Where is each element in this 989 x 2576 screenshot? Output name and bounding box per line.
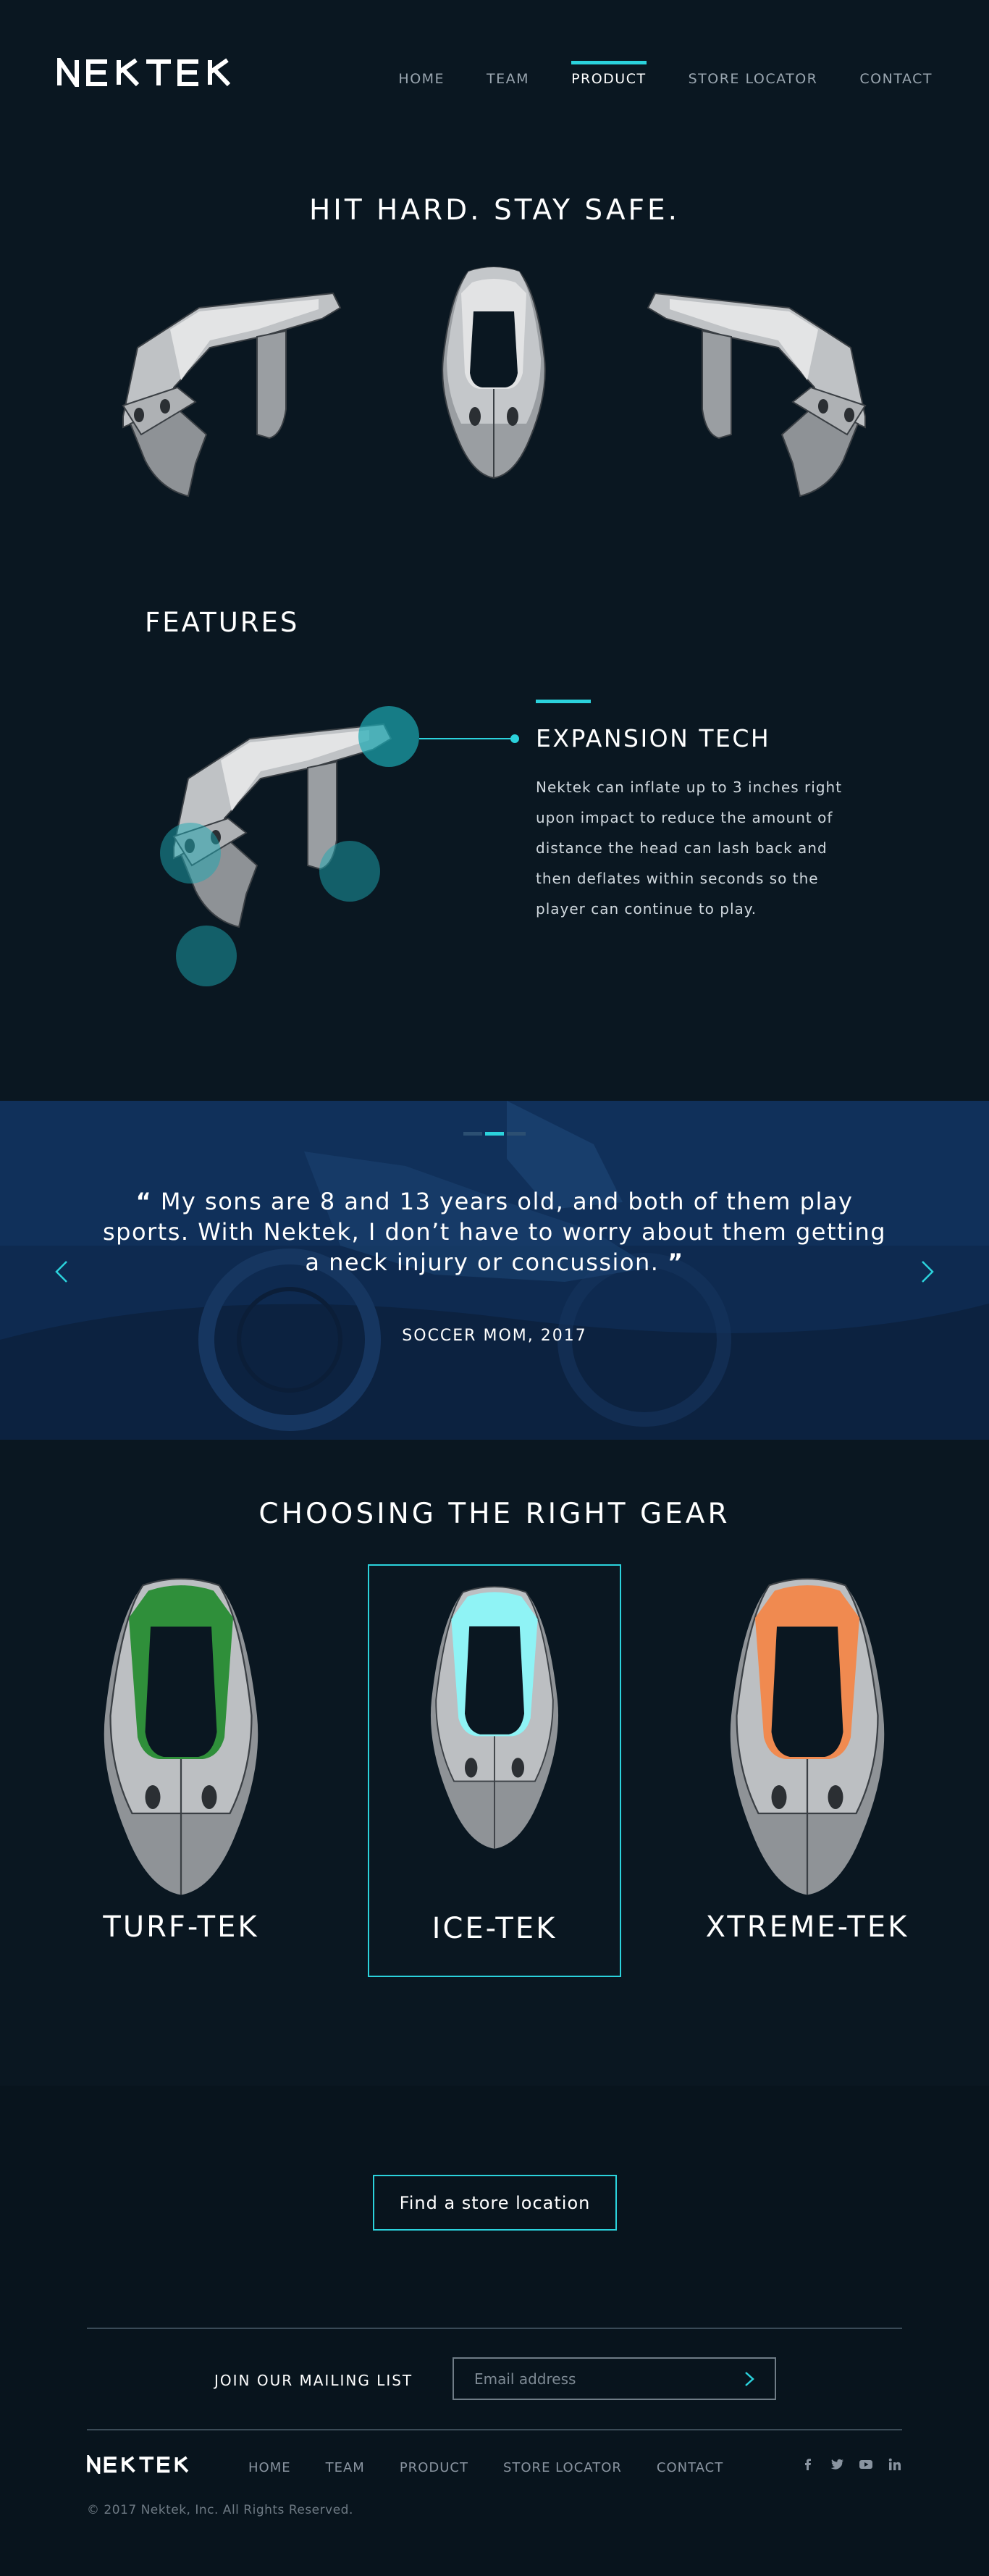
footer-divider-top (87, 2328, 902, 2329)
hotspot-back[interactable] (160, 823, 221, 884)
hotspot-expansion-tech[interactable] (358, 706, 419, 767)
hotspot-chin[interactable] (319, 841, 380, 902)
mailing-list-label: JOIN OUR MAILING LIST (214, 2372, 413, 2389)
footer-nav-store-locator[interactable]: STORE LOCATOR (503, 2460, 622, 2475)
footer-nav-home[interactable]: HOME (248, 2460, 291, 2475)
email-input[interactable] (454, 2359, 729, 2399)
slider-dot-1[interactable] (463, 1132, 482, 1136)
facebook-icon[interactable] (801, 2457, 815, 2472)
product-side-right (647, 293, 866, 497)
gear-name: ICE-TEK (432, 1912, 557, 1945)
testimonial-slider: “ My sons are 8 and 13 years old, and bo… (0, 1101, 989, 1440)
footer-nav-product[interactable]: PRODUCT (400, 2460, 468, 2475)
chevron-left-icon[interactable] (51, 1257, 72, 1286)
slider-dots (463, 1132, 526, 1136)
nektek-logo[interactable] (56, 58, 265, 87)
gear-card-ice-tek[interactable]: ICE-TEK (368, 1564, 621, 1977)
product-front (442, 267, 546, 479)
gear-card-turf-tek[interactable]: TURF-TEK (54, 1564, 308, 1977)
product-side-left (122, 293, 341, 497)
nav-team[interactable]: TEAM (487, 71, 529, 87)
hotspot-base[interactable] (176, 926, 237, 986)
nav-store-locator[interactable]: STORE LOCATOR (689, 71, 818, 87)
main-nav: HOME TEAM PRODUCT STORE LOCATOR CONTACT (398, 61, 933, 87)
quote-text: My sons are 8 and 13 years old, and both… (102, 1188, 887, 1276)
gear-name: TURF-TEK (103, 1910, 259, 1944)
feature-accent-bar (536, 700, 591, 703)
xtreme-tek-product-image (730, 1577, 885, 1895)
nav-home[interactable]: HOME (398, 71, 445, 87)
footer-nav-team[interactable]: TEAM (326, 2460, 365, 2475)
mailing-list-form (453, 2357, 776, 2400)
footer-nav-contact[interactable]: CONTACT (657, 2460, 723, 2475)
slider-dot-2[interactable] (485, 1132, 504, 1136)
email-submit-button[interactable] (740, 2369, 759, 2389)
copyright-text: © 2017 Nektek, Inc. All Rights Reserved. (87, 2503, 353, 2517)
quote-open-mark: “ (135, 1188, 153, 1215)
nektek-footer-logo[interactable] (87, 2455, 209, 2474)
page: HOME TEAM PRODUCT STORE LOCATOR CONTACT … (0, 0, 989, 2576)
feature-description: Nektek can inflate up to 3 inches right … (536, 779, 843, 918)
ice-tek-product-image (430, 1586, 559, 1849)
turf-tek-product-image (104, 1577, 258, 1895)
footer-nav: HOME TEAM PRODUCT STORE LOCATOR CONTACT (248, 2460, 723, 2475)
twitter-icon[interactable] (830, 2457, 844, 2472)
youtube-icon[interactable] (859, 2457, 873, 2472)
testimonial-attribution: SOCCER MOM, 2017 (402, 1327, 587, 1345)
nav-contact[interactable]: CONTACT (859, 71, 933, 87)
hero-title: HIT HARD. STAY SAFE. (308, 194, 681, 227)
linkedin-icon[interactable] (888, 2457, 902, 2472)
nav-product[interactable]: PRODUCT (571, 61, 647, 87)
chevron-right-icon (745, 2372, 754, 2386)
gear-name: XTREME-TEK (705, 1910, 909, 1944)
feature-title: EXPANSION TECH (536, 724, 771, 752)
features-title: FEATURES (145, 607, 300, 638)
chevron-right-icon[interactable] (917, 1257, 938, 1286)
quote-close-mark: ” (668, 1249, 684, 1276)
site-header: HOME TEAM PRODUCT STORE LOCATOR CONTACT (0, 0, 989, 145)
social-links (801, 2457, 902, 2472)
testimonial-quote: “ My sons are 8 and 13 years old, and bo… (101, 1186, 888, 1277)
find-store-button[interactable]: Find a store location (373, 2175, 617, 2231)
feature-illustration (160, 706, 519, 986)
hero-product-views (122, 267, 866, 497)
slider-dot-3[interactable] (507, 1132, 526, 1136)
gear-card-xtreme-tek[interactable]: XTREME-TEK (681, 1564, 934, 1977)
footer-divider-bottom (87, 2429, 902, 2430)
gear-title: CHOOSING THE RIGHT GEAR (258, 1498, 731, 1530)
